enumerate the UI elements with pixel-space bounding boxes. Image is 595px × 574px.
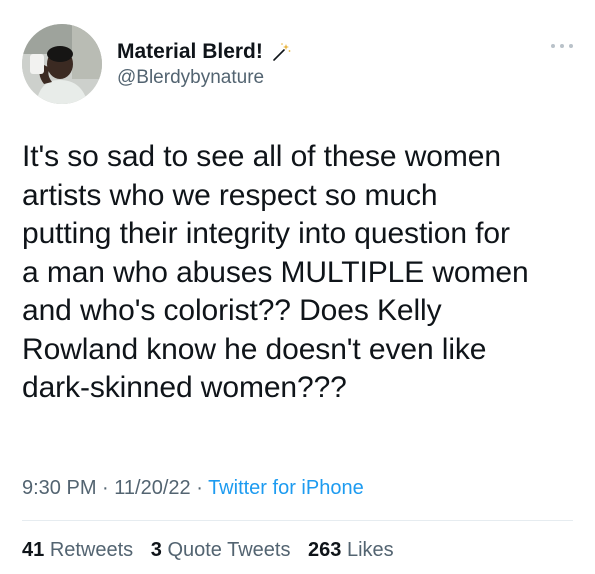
- quote-tweets-stat[interactable]: 3 Quote Tweets: [151, 539, 291, 561]
- quote-tweets-label: Quote Tweets: [167, 539, 291, 561]
- more-dot: [560, 44, 564, 48]
- more-dot: [569, 44, 573, 48]
- likes-count: 263: [308, 539, 342, 561]
- divider: [22, 520, 573, 521]
- tweet-stats: 41 Retweets 3 Quote Tweets 263 Likes: [22, 538, 406, 562]
- tweet-text-line: and who's colorist?? Does Kelly: [22, 294, 442, 327]
- retweets-stat[interactable]: 41 Retweets: [22, 539, 133, 561]
- more-options-button[interactable]: [551, 38, 573, 54]
- tweet-text-line: It's so sad to see all of these women: [22, 140, 501, 173]
- avatar-image: [22, 24, 102, 104]
- meta-separator: ·: [190, 477, 209, 499]
- tweet-time[interactable]: 9:30 PM: [22, 477, 96, 499]
- display-name[interactable]: Material Blerd!: [117, 40, 263, 64]
- retweets-label: Retweets: [49, 539, 134, 561]
- magic-wand-icon: [271, 42, 291, 62]
- tweet-text-line: a man who abuses MULTIPLE women: [22, 255, 529, 289]
- tweet-card: Material Blerd! @Blerdybynature It's so …: [0, 0, 595, 574]
- retweets-count: 41: [22, 539, 45, 561]
- tweet-text-line: putting their integrity into question fo…: [22, 217, 510, 250]
- tweet-source-link[interactable]: Twitter for iPhone: [208, 477, 364, 499]
- quote-tweets-count: 3: [150, 539, 162, 561]
- avatar[interactable]: [22, 24, 102, 104]
- user-handle[interactable]: @Blerdybynature: [117, 67, 264, 89]
- more-dots-icon: [551, 44, 555, 48]
- tweet-meta: 9:30 PM · 11/20/22 · Twitter for iPhone: [22, 475, 364, 501]
- tweet-text: It's so sad to see all of these women ar…: [22, 138, 582, 408]
- author-name-row[interactable]: Material Blerd!: [117, 40, 291, 64]
- tweet-date[interactable]: 11/20/22: [114, 477, 190, 499]
- likes-label: Likes: [346, 539, 394, 561]
- tweet-text-line: artists who we respect so much: [22, 178, 438, 212]
- likes-stat[interactable]: 263 Likes: [308, 539, 394, 561]
- meta-separator: ·: [96, 477, 115, 499]
- tweet-text-line: dark-skinned women???: [22, 371, 347, 404]
- tweet-text-line: Rowland know he doesn't even like: [22, 332, 487, 366]
